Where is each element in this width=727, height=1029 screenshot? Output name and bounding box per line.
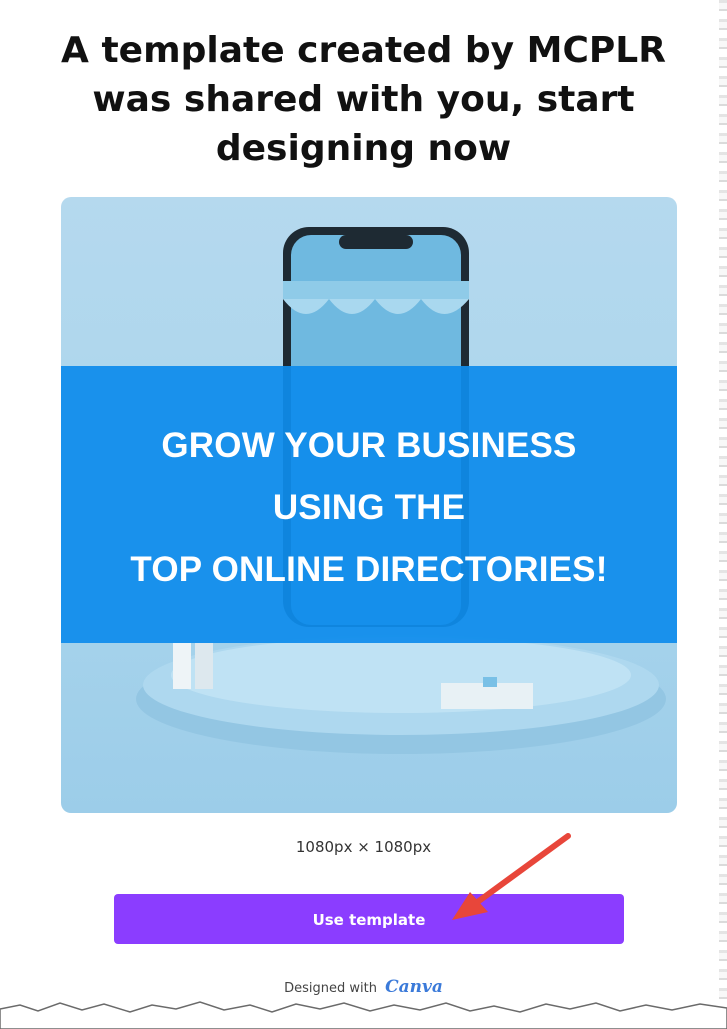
torn-edge-right bbox=[719, 0, 727, 1000]
title-line: was shared with you, start bbox=[92, 79, 635, 120]
headline-line: USING THE bbox=[272, 488, 466, 527]
page-title: A template created by MCPLR was shared w… bbox=[40, 26, 687, 173]
title-line: A template created by MCPLR bbox=[61, 30, 666, 71]
dimensions-label: 1080px × 1080px bbox=[295, 838, 432, 856]
title-line: designing now bbox=[215, 128, 512, 169]
headline-line: TOP ONLINE DIRECTORIES! bbox=[130, 550, 608, 589]
designed-with-label: Designed with bbox=[284, 981, 377, 996]
shared-template-page: A template created by MCPLR was shared w… bbox=[0, 0, 727, 1029]
annotation-arrow-icon bbox=[452, 833, 571, 920]
designed-with-footer: Designed with Canva bbox=[0, 977, 727, 997]
headline-line: GROW YOUR BUSINESS bbox=[161, 426, 577, 465]
headline-text: GROW YOUR BUSINESS USING THE TOP ONLINE … bbox=[61, 415, 677, 601]
canva-logo[interactable]: Canva bbox=[385, 977, 443, 997]
template-preview-image: GROW YOUR BUSINESS USING THE TOP ONLINE … bbox=[61, 197, 677, 813]
torn-edge-bottom bbox=[0, 1001, 727, 1029]
